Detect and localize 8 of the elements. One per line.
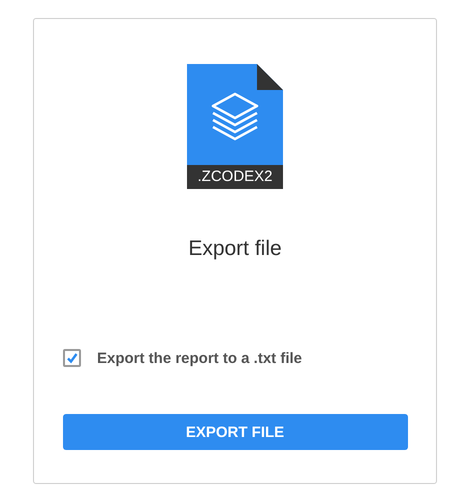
- export-button[interactable]: EXPORT FILE: [62, 414, 408, 450]
- dialog-title: Export file: [188, 237, 282, 261]
- layers-icon: [212, 92, 258, 140]
- checkbox-label: Export the report to a .txt file: [97, 350, 302, 366]
- file-extension: .ZCODEX2: [187, 165, 283, 189]
- checkmark-icon: [66, 352, 78, 364]
- folded-corner: [257, 64, 283, 90]
- checkbox[interactable]: [63, 349, 81, 367]
